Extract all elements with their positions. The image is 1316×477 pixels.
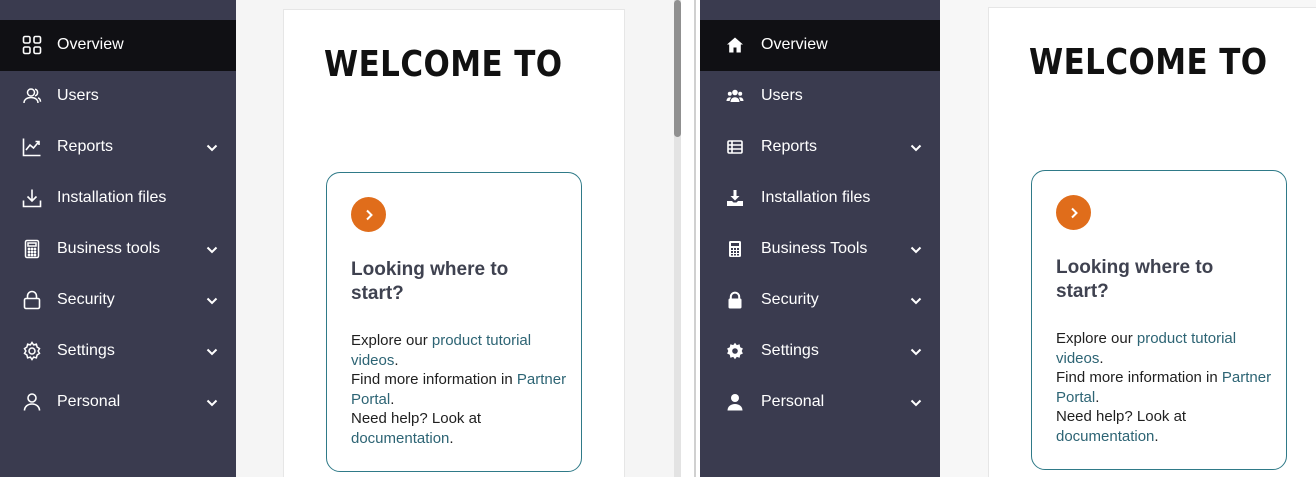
sidebar-item-label: Users (57, 87, 99, 104)
chevron-down-icon[interactable] (909, 294, 923, 308)
chevron-down-icon[interactable] (205, 345, 219, 359)
sidebar-item-label: Business tools (57, 240, 161, 257)
sidebar-item-business-tools[interactable]: Business tools (0, 224, 236, 275)
sidebar-item-security[interactable]: Security (700, 275, 940, 326)
sidebar-item-label: Reports (761, 138, 818, 155)
sidebar-item-settings[interactable]: Settings (700, 326, 940, 377)
sidebar-item-label: Security (761, 291, 819, 308)
chevron-down-icon[interactable] (909, 141, 923, 155)
chevron-down-icon[interactable] (205, 141, 219, 155)
info-text-line3: Need help? Look at (1056, 408, 1187, 425)
documentation-link[interactable]: documentation (1056, 428, 1154, 445)
sidebar-item-reports[interactable]: Reports (700, 122, 940, 173)
info-text-line3: Need help? Look at (351, 410, 482, 427)
welcome-heading: WELCOME TO (324, 44, 563, 85)
scrollbar[interactable] (674, 0, 681, 477)
chevron-down-icon[interactable] (205, 243, 219, 257)
sidebar-item-installation-files[interactable]: Installation files (700, 173, 940, 224)
sidebar-item-reports[interactable]: Reports (0, 122, 236, 173)
left-pane: Overview Users Reports Installation file… (0, 0, 674, 477)
sidebar-item-settings[interactable]: Settings (0, 326, 236, 377)
pane-divider (681, 0, 700, 477)
person-filled-icon (725, 392, 745, 412)
sidebar-item-personal[interactable]: Personal (700, 377, 940, 428)
home-icon (725, 35, 745, 55)
sidebar-item-label: Installation files (761, 189, 871, 206)
info-text-period: . (390, 390, 395, 408)
sidebar: Overview Users Reports Installation file… (700, 0, 940, 477)
info-text-line1: Explore our (351, 332, 432, 349)
sidebar-item-label: Installation files (57, 189, 167, 206)
right-pane: Overview Users Reports Installation file… (700, 0, 1316, 477)
sidebar-item-label: Overview (761, 36, 828, 53)
getting-started-box: Looking where to start? Explore our prod… (326, 172, 582, 472)
sidebar-item-label: Business Tools (761, 240, 868, 257)
info-text-period: . (394, 351, 399, 369)
sidebar-item-label: Reports (57, 138, 114, 155)
sidebar-item-overview[interactable]: Overview (0, 20, 236, 71)
sidebar-item-label: Personal (57, 393, 121, 410)
info-text-period: . (1095, 388, 1100, 406)
info-text-period: . (1099, 349, 1104, 367)
gear-icon (22, 341, 42, 361)
download-icon (22, 188, 42, 208)
chevron-right-icon[interactable] (1056, 195, 1091, 230)
info-text: Explore our product tutorial videos. Fin… (351, 331, 571, 448)
sidebar-item-label: Users (761, 87, 803, 104)
sidebar-item-label: Personal (761, 393, 825, 410)
main-content: WELCOME TO Looking where to start? Explo… (236, 0, 674, 477)
lock-filled-icon (725, 290, 745, 310)
info-text-line1: Explore our (1056, 330, 1137, 347)
chevron-down-icon[interactable] (909, 345, 923, 359)
info-text-line2: Find more information in (351, 371, 517, 388)
info-text-period: . (449, 429, 454, 447)
sidebar-item-business-tools[interactable]: Business Tools (700, 224, 940, 275)
welcome-card: WELCOME TO Looking where to start? Explo… (283, 9, 625, 477)
sidebar-item-overview[interactable]: Overview (700, 20, 940, 71)
info-title: Looking where to start? (351, 259, 509, 304)
users-filled-icon (725, 86, 745, 106)
getting-started-box: Looking where to start? Explore our prod… (1031, 170, 1287, 470)
sidebar-item-label: Settings (57, 342, 115, 359)
sidebar-item-users[interactable]: Users (700, 71, 940, 122)
welcome-card: WELCOME TO Looking where to start? Explo… (988, 7, 1316, 477)
grid-icon (22, 35, 42, 55)
chevron-down-icon[interactable] (205, 294, 219, 308)
download-tray-icon (725, 188, 745, 208)
sidebar-item-users[interactable]: Users (0, 71, 236, 122)
sidebar-item-label: Overview (57, 36, 124, 53)
chevron-down-icon[interactable] (909, 396, 923, 410)
users-outline-icon (22, 86, 42, 106)
chevron-down-icon[interactable] (205, 396, 219, 410)
sidebar-item-installation-files[interactable]: Installation files (0, 173, 236, 224)
chart-icon (22, 137, 42, 157)
gear-filled-icon (725, 341, 745, 361)
info-text: Explore our product tutorial videos. Fin… (1056, 329, 1276, 446)
welcome-heading: WELCOME TO (1029, 42, 1268, 83)
info-text-period: . (1154, 427, 1159, 445)
sidebar-item-security[interactable]: Security (0, 275, 236, 326)
main-content: WELCOME TO Looking where to start? Explo… (940, 0, 1316, 477)
calculator-filled-icon (725, 239, 745, 259)
calculator-icon (22, 239, 42, 259)
chevron-down-icon[interactable] (909, 243, 923, 257)
table-icon (725, 137, 745, 157)
info-text-line2: Find more information in (1056, 369, 1222, 386)
chevron-right-icon[interactable] (351, 197, 386, 232)
documentation-link[interactable]: documentation (351, 430, 449, 447)
sidebar-item-label: Settings (761, 342, 819, 359)
person-icon (22, 392, 42, 412)
scrollbar-thumb[interactable] (674, 0, 681, 137)
sidebar-item-personal[interactable]: Personal (0, 377, 236, 428)
lock-icon (22, 290, 42, 310)
sidebar-item-label: Security (57, 291, 115, 308)
sidebar: Overview Users Reports Installation file… (0, 0, 236, 477)
info-title: Looking where to start? (1056, 257, 1214, 302)
